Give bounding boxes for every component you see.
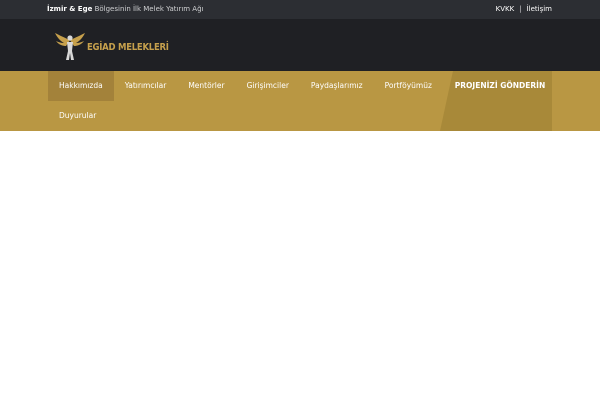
nav-item-paydaslarimiz[interactable]: Paydaşlarımız bbox=[300, 71, 374, 101]
top-links: KVKK | İletişim bbox=[496, 5, 552, 13]
submit-project-label: PROJENİZİ GÖNDERİN bbox=[454, 81, 546, 90]
tagline-bold: İzmir & Ege bbox=[47, 5, 93, 13]
tagline-rest: Bölgesinin İlk Melek Yatırım Ağı bbox=[92, 5, 204, 13]
submit-project-button[interactable]: PROJENİZİ GÖNDERİN bbox=[440, 71, 552, 131]
link-separator: | bbox=[519, 5, 522, 13]
page-content bbox=[0, 131, 600, 400]
logo-text: EGİAD MELEKLERİ bbox=[87, 41, 169, 53]
site-logo[interactable]: EGİAD MELEKLERİ bbox=[53, 31, 183, 63]
tagline: İzmir & Ege Bölgesinin İlk Melek Yatırım… bbox=[47, 5, 203, 13]
nav-item-hakkimizda[interactable]: Hakkımızda bbox=[48, 71, 114, 101]
kvkk-link[interactable]: KVKK bbox=[496, 5, 515, 13]
nav-row-2: Duyurular bbox=[48, 101, 107, 131]
nav-item-yatirimcilar[interactable]: Yatırımcılar bbox=[114, 71, 178, 101]
winged-figure-icon bbox=[53, 31, 87, 63]
nav-row: Hakkımızda Yatırımcılar Mentörler Girişi… bbox=[48, 71, 443, 101]
top-bar: İzmir & Ege Bölgesinin İlk Melek Yatırım… bbox=[0, 0, 600, 19]
nav-item-duyurular[interactable]: Duyurular bbox=[48, 101, 107, 131]
main-navigation: Hakkımızda Yatırımcılar Mentörler Girişi… bbox=[0, 71, 600, 131]
contact-link[interactable]: İletişim bbox=[527, 5, 552, 13]
nav-item-mentorler[interactable]: Mentörler bbox=[177, 71, 235, 101]
nav-item-portfoyumuz[interactable]: Portföyümüz bbox=[374, 71, 443, 101]
nav-item-girisimciler[interactable]: Girişimciler bbox=[236, 71, 300, 101]
site-header: EGİAD MELEKLERİ bbox=[0, 19, 600, 71]
